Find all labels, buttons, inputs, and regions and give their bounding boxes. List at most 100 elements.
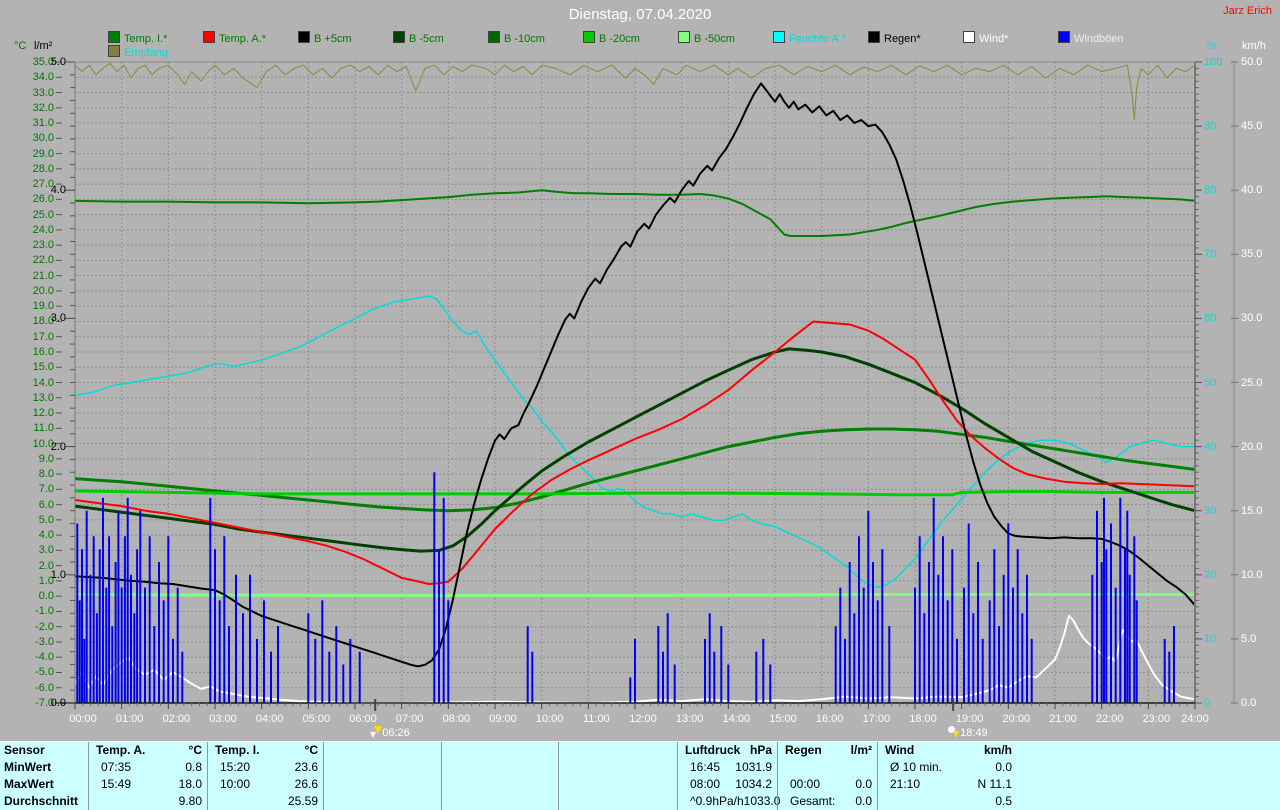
temp-axis-label: 7.0: [14, 484, 54, 495]
temp-axis-label: -5.0: [14, 667, 54, 678]
time-axis-label: 09:00: [483, 713, 523, 725]
sunset-time: 18:49: [960, 727, 988, 739]
temp-axis-label: -6.0: [14, 683, 54, 694]
time-axis-label: 03:00: [203, 713, 243, 725]
time-axis-label: 14:00: [716, 713, 756, 725]
stats-cell-value: 23.6: [295, 759, 324, 776]
stats-group-name: Temp. A.: [89, 742, 189, 759]
stats-cell-time: [878, 793, 995, 810]
stats-table: SensorMinWertMaxWertDurchschnittTemp. A.…: [0, 741, 1280, 810]
stats-cell-time: 16:45: [678, 759, 735, 776]
temp-axis-label: 24.0: [14, 225, 54, 236]
time-axis-label: 15:00: [763, 713, 803, 725]
percent-axis-label: 50: [1204, 378, 1230, 389]
plot-area[interactable]: [75, 62, 1195, 703]
rain-axis-label: 5.0: [40, 57, 66, 68]
stats-cell-time: [89, 793, 179, 810]
stats-group-temp-i-: Temp. I.°C15:2023.610:0026.625.59: [207, 742, 324, 810]
kmh-axis-label: 45.0: [1241, 121, 1271, 132]
temp-axis-label: 29.0: [14, 149, 54, 160]
temp-axis-label: 14.0: [14, 378, 54, 389]
percent-axis-label: 90: [1204, 121, 1230, 132]
time-axis-label: 22:00: [1090, 713, 1130, 725]
stats-row-label: Sensor: [0, 742, 88, 759]
rain-axis-label: 4.0: [40, 185, 66, 196]
stats-group-unit: l/m²: [851, 742, 878, 759]
temp-axis-label: 20.0: [14, 286, 54, 297]
temp-axis-label: 11.0: [14, 423, 54, 434]
stats-cell-time: 08:00: [678, 776, 735, 793]
temp-axis-label: 16.0: [14, 347, 54, 358]
weather-app-window: Dienstag, 07.04.2020 Jarz Erich Temp. I.…: [0, 0, 1280, 810]
kmh-axis-label: 30.0: [1241, 313, 1271, 324]
stats-group-name: Luftdruck: [678, 742, 750, 759]
time-axis-label: 16:00: [810, 713, 850, 725]
percent-axis-label: 10: [1204, 634, 1230, 645]
kmh-axis-label: 0.0: [1241, 698, 1271, 709]
stats-cell-value: 0.8: [185, 759, 208, 776]
time-axis-label: 23:00: [1136, 713, 1176, 725]
percent-axis-label: 0: [1204, 698, 1230, 709]
stats-cell-time: [778, 759, 872, 776]
percent-axis-label: 80: [1204, 185, 1230, 196]
percent-axis-label: 100: [1204, 57, 1230, 68]
stats-cell-time: Ø 10 min.: [878, 759, 995, 776]
temp-axis-label: 0.0: [14, 591, 54, 602]
stats-group-name: [559, 742, 672, 759]
stats-cell-value: 0.0: [855, 793, 878, 810]
percent-axis-label: 30: [1204, 506, 1230, 517]
stats-group-empty: [441, 742, 559, 810]
stats-cell-time: Gesamt:: [778, 793, 855, 810]
time-axis-label: 11:00: [576, 713, 616, 725]
temp-axis-label: 33.0: [14, 88, 54, 99]
stats-cell-value: 1031.9: [735, 759, 778, 776]
percent-axis-label: 40: [1204, 442, 1230, 453]
percent-axis-label: 60: [1204, 313, 1230, 324]
time-axis-label: 19:00: [950, 713, 990, 725]
stats-group-temp-a-: Temp. A.°C07:350.815:4918.09.80: [88, 742, 208, 810]
temp-axis-label: 21.0: [14, 271, 54, 282]
temp-axis-label: -3.0: [14, 637, 54, 648]
stats-cell-value: 9.80: [179, 793, 208, 810]
time-axis-label: 17:00: [856, 713, 896, 725]
stats-cell-value: 0.0: [855, 776, 878, 793]
stats-group-name: Wind: [878, 742, 984, 759]
temp-axis-label: 13.0: [14, 393, 54, 404]
sunrise-time: 06:26: [382, 727, 410, 739]
stats-group-name: Temp. I.: [208, 742, 305, 759]
time-axis-label: 04:00: [250, 713, 290, 725]
time-axis-label: 10:00: [530, 713, 570, 725]
percent-axis-label: 20: [1204, 570, 1230, 581]
kmh-axis-label: 25.0: [1241, 378, 1271, 389]
kmh-axis-label: 20.0: [1241, 442, 1271, 453]
temp-axis-label: 3.0: [14, 545, 54, 556]
temp-axis-label: 6.0: [14, 500, 54, 511]
time-axis-label: 18:00: [903, 713, 943, 725]
rain-axis-label: 3.0: [40, 313, 66, 324]
time-axis-label: 20:00: [996, 713, 1036, 725]
time-axis-label: 08:00: [436, 713, 476, 725]
temp-axis-label: 34.0: [14, 72, 54, 83]
time-axis-label: 07:00: [390, 713, 430, 725]
temp-axis-label: 5.0: [14, 515, 54, 526]
temp-axis-label: 25.0: [14, 210, 54, 221]
sunset-marker: 18:49: [948, 726, 988, 740]
temp-axis-label: 9.0: [14, 454, 54, 465]
stats-cell-time: [208, 793, 288, 810]
temp-axis-label: 12.0: [14, 408, 54, 419]
stats-cell-value: 25.59: [288, 793, 324, 810]
kmh-axis-label: 15.0: [1241, 506, 1271, 517]
stats-group-unit: km/h: [984, 742, 1018, 759]
stats-group-regen: Regenl/m²00:000.0Gesamt:0.0: [777, 742, 878, 810]
sunrise-icon: [370, 726, 382, 739]
stats-group-luftdruck: LuftdruckhPa16:451031.908:001034.2^0.9hP…: [677, 742, 778, 810]
stats-group-name: [324, 742, 436, 759]
time-axis-label: 02:00: [156, 713, 196, 725]
temp-axis-label: 4.0: [14, 530, 54, 541]
time-axis-label: 06:00: [343, 713, 383, 725]
stats-cell-time: [442, 793, 553, 810]
stats-group-unit: °C: [189, 742, 208, 759]
stats-group-empty: [323, 742, 442, 810]
stats-cell-time: [442, 759, 553, 776]
stats-group-name: Regen: [778, 742, 851, 759]
